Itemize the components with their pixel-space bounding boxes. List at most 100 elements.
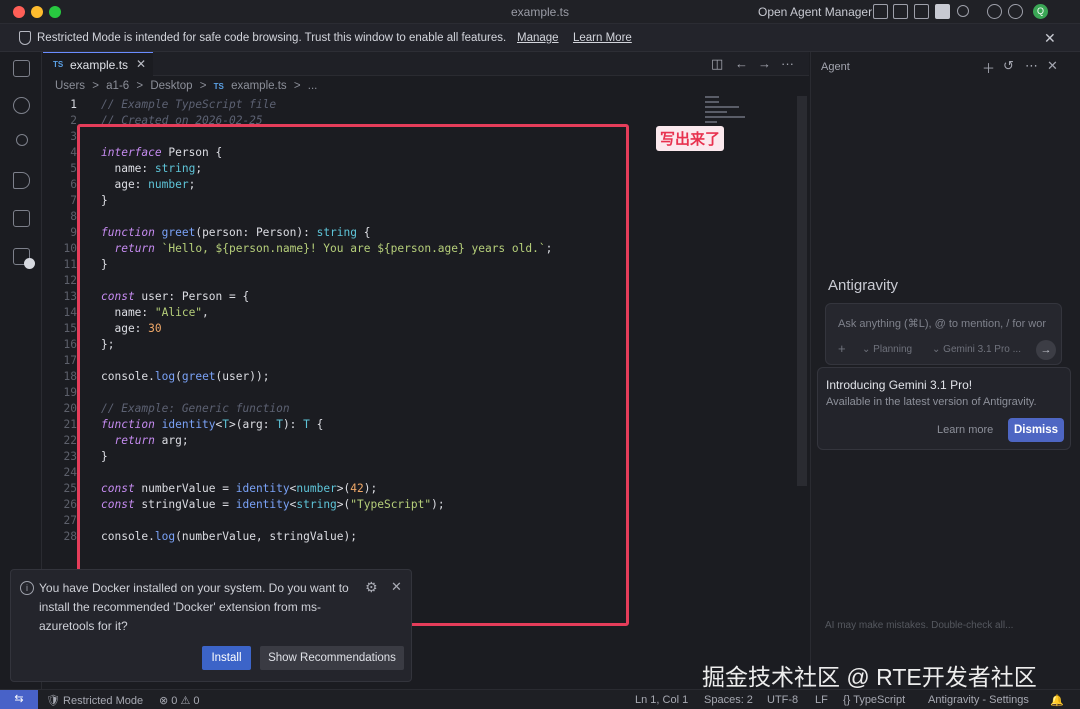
source-control-icon[interactable] <box>16 134 28 146</box>
line-number: 4 <box>70 146 77 159</box>
eol-status[interactable]: LF <box>815 694 828 706</box>
line-number: 21 <box>63 418 77 431</box>
code-line[interactable]: 20 // Example: Generic function <box>43 401 793 417</box>
new-chat-icon[interactable]: ＋ <box>982 58 995 77</box>
code-line[interactable]: 22 return arg; <box>43 433 793 449</box>
breadcrumb-item[interactable]: ... <box>308 80 318 92</box>
close-icon[interactable]: ✕ <box>136 57 146 71</box>
code-line[interactable]: 28 console.log(numberValue, stringValue); <box>43 529 793 545</box>
breadcrumb-item[interactable]: Desktop <box>150 80 192 92</box>
code-line[interactable]: 11} <box>43 257 793 273</box>
code-line[interactable]: 12 <box>43 273 793 289</box>
code-line[interactable]: 13 const user: Person = { <box>43 289 793 305</box>
code-text: age: number; <box>101 178 196 191</box>
close-icon[interactable]: ✕ <box>1044 30 1056 47</box>
breadcrumb-separator: > <box>199 80 207 92</box>
code-line[interactable]: 17 <box>43 353 793 369</box>
encoding-status[interactable]: UTF-8 <box>767 694 798 706</box>
banner-manage-link[interactable]: Manage <box>517 32 559 44</box>
more-actions-icon[interactable]: ⋯ <box>1025 58 1038 74</box>
indentation-status[interactable]: Spaces: 2 <box>704 694 753 706</box>
code-line[interactable]: 23} <box>43 449 793 465</box>
line-number: 1 <box>70 98 77 111</box>
run-debug-icon[interactable] <box>13 172 30 189</box>
go-back-icon[interactable]: ← <box>735 56 748 71</box>
breadcrumb-item[interactable]: example.ts <box>231 80 287 92</box>
more-actions-icon[interactable]: ··· <box>781 56 794 71</box>
info-icon: i <box>20 581 34 595</box>
show-recommendations-button[interactable]: Show Recommendations <box>260 646 404 670</box>
clock-icon <box>24 258 35 269</box>
account-avatar[interactable]: Q <box>1033 4 1048 19</box>
code-line[interactable]: 14 name: "Alice", <box>43 305 793 321</box>
toggle-panel-icon[interactable] <box>914 4 929 19</box>
add-context-icon[interactable]: + <box>838 341 846 356</box>
settings-status[interactable]: Antigravity - Settings <box>928 694 1029 706</box>
code-line[interactable]: 1 // Example TypeScript file <box>43 97 793 113</box>
code-line[interactable]: 19 <box>43 385 793 401</box>
search-icon[interactable] <box>957 5 969 17</box>
agent-brand-title: Antigravity <box>828 277 899 294</box>
explorer-icon[interactable] <box>13 60 30 77</box>
code-line[interactable]: 16}; <box>43 337 793 353</box>
problems-status[interactable]: ⊗ 0 ⚠ 0 <box>159 694 199 707</box>
code-text: // Example TypeScript file <box>101 98 277 111</box>
code-line[interactable]: 8 <box>43 209 793 225</box>
tab-example-ts[interactable]: TS example.ts ✕ <box>43 52 153 76</box>
code-line[interactable]: 25 const numberValue = identity<number>(4… <box>43 481 793 497</box>
restricted-mode-status[interactable]: 🛡 Restricted Mode <box>46 694 143 707</box>
breadcrumb-item[interactable]: a1-6 <box>106 80 129 92</box>
remote-indicator-icon[interactable]: ⇆ <box>0 690 38 709</box>
history-icon[interactable]: ↺ <box>1003 58 1014 74</box>
code-line[interactable]: 26 const stringValue = identity<string>("… <box>43 497 793 513</box>
agent-panel-title: Agent <box>821 61 850 73</box>
layout-icon[interactable] <box>873 4 888 19</box>
remote-explorer-icon[interactable] <box>13 210 30 227</box>
cursor-position-status[interactable]: Ln 1, Col 1 <box>635 694 688 706</box>
banner-message: Restricted Mode is intended for safe cod… <box>37 32 507 44</box>
gear-icon[interactable]: ⚙ <box>365 579 378 596</box>
code-text: console.log(greet(user)); <box>101 370 270 383</box>
notifications-bell-icon[interactable]: 🔔 <box>1050 694 1064 707</box>
code-text: // Example: Generic function <box>101 402 290 415</box>
agent-input-placeholder: Ask anything (⌘L), @ to mention, / for w… <box>838 318 1047 330</box>
close-icon[interactable]: ✕ <box>391 579 402 595</box>
code-line[interactable]: 27 <box>43 513 793 529</box>
code-line[interactable]: 15 age: 30 <box>43 321 793 337</box>
close-icon[interactable]: ✕ <box>1047 58 1058 74</box>
breadcrumb-item[interactable]: Users <box>55 80 85 92</box>
send-icon[interactable]: → <box>1036 340 1056 360</box>
toggle-primary-sidebar-icon[interactable] <box>893 4 908 19</box>
install-button[interactable]: Install <box>202 646 251 670</box>
browser-icon[interactable] <box>987 4 1002 19</box>
editor-scrollbar[interactable] <box>797 96 807 486</box>
code-line[interactable]: 21 function identity<T>(arg: T): T { <box>43 417 793 433</box>
code-line[interactable]: 24 <box>43 465 793 481</box>
language-mode-status[interactable]: {} TypeScript <box>843 694 905 706</box>
mode-selector[interactable]: ⌄ Planning <box>862 344 912 355</box>
code-line[interactable]: 7} <box>43 193 793 209</box>
toggle-secondary-sidebar-icon[interactable] <box>935 4 950 19</box>
code-line[interactable]: 9 function greet(person: Person): string … <box>43 225 793 241</box>
dismiss-button[interactable]: Dismiss <box>1008 418 1064 442</box>
agent-chat-input[interactable]: Ask anything (⌘L), @ to mention, / for w… <box>825 303 1062 365</box>
model-label: Gemini 3.1 Pro ... <box>943 344 1021 355</box>
mode-label: Planning <box>873 344 913 355</box>
banner-learn-more-link[interactable]: Learn More <box>573 32 632 44</box>
shield-icon <box>19 31 31 45</box>
learn-more-link[interactable]: Learn more <box>937 424 993 436</box>
code-line[interactable]: 6 age: number; <box>43 177 793 193</box>
model-selector[interactable]: ⌄ Gemini 3.1 Pro ... <box>932 344 1021 355</box>
code-line[interactable]: 5 name: string; <box>43 161 793 177</box>
go-forward-icon[interactable]: → <box>758 56 771 71</box>
line-number: 11 <box>63 258 77 271</box>
restricted-mode-label: Restricted Mode <box>63 695 144 707</box>
line-number: 22 <box>63 434 77 447</box>
search-icon[interactable] <box>13 97 30 114</box>
docker-notification: i You have Docker installed on your syst… <box>10 569 412 682</box>
code-line[interactable]: 10 return `Hello, ${person.name}! You ar… <box>43 241 793 257</box>
code-line[interactable]: 18 console.log(greet(user)); <box>43 369 793 385</box>
split-editor-icon[interactable]: ◫ <box>711 56 723 72</box>
open-agent-manager-button[interactable]: Open Agent Manager <box>758 5 872 19</box>
gear-icon[interactable] <box>1008 4 1023 19</box>
